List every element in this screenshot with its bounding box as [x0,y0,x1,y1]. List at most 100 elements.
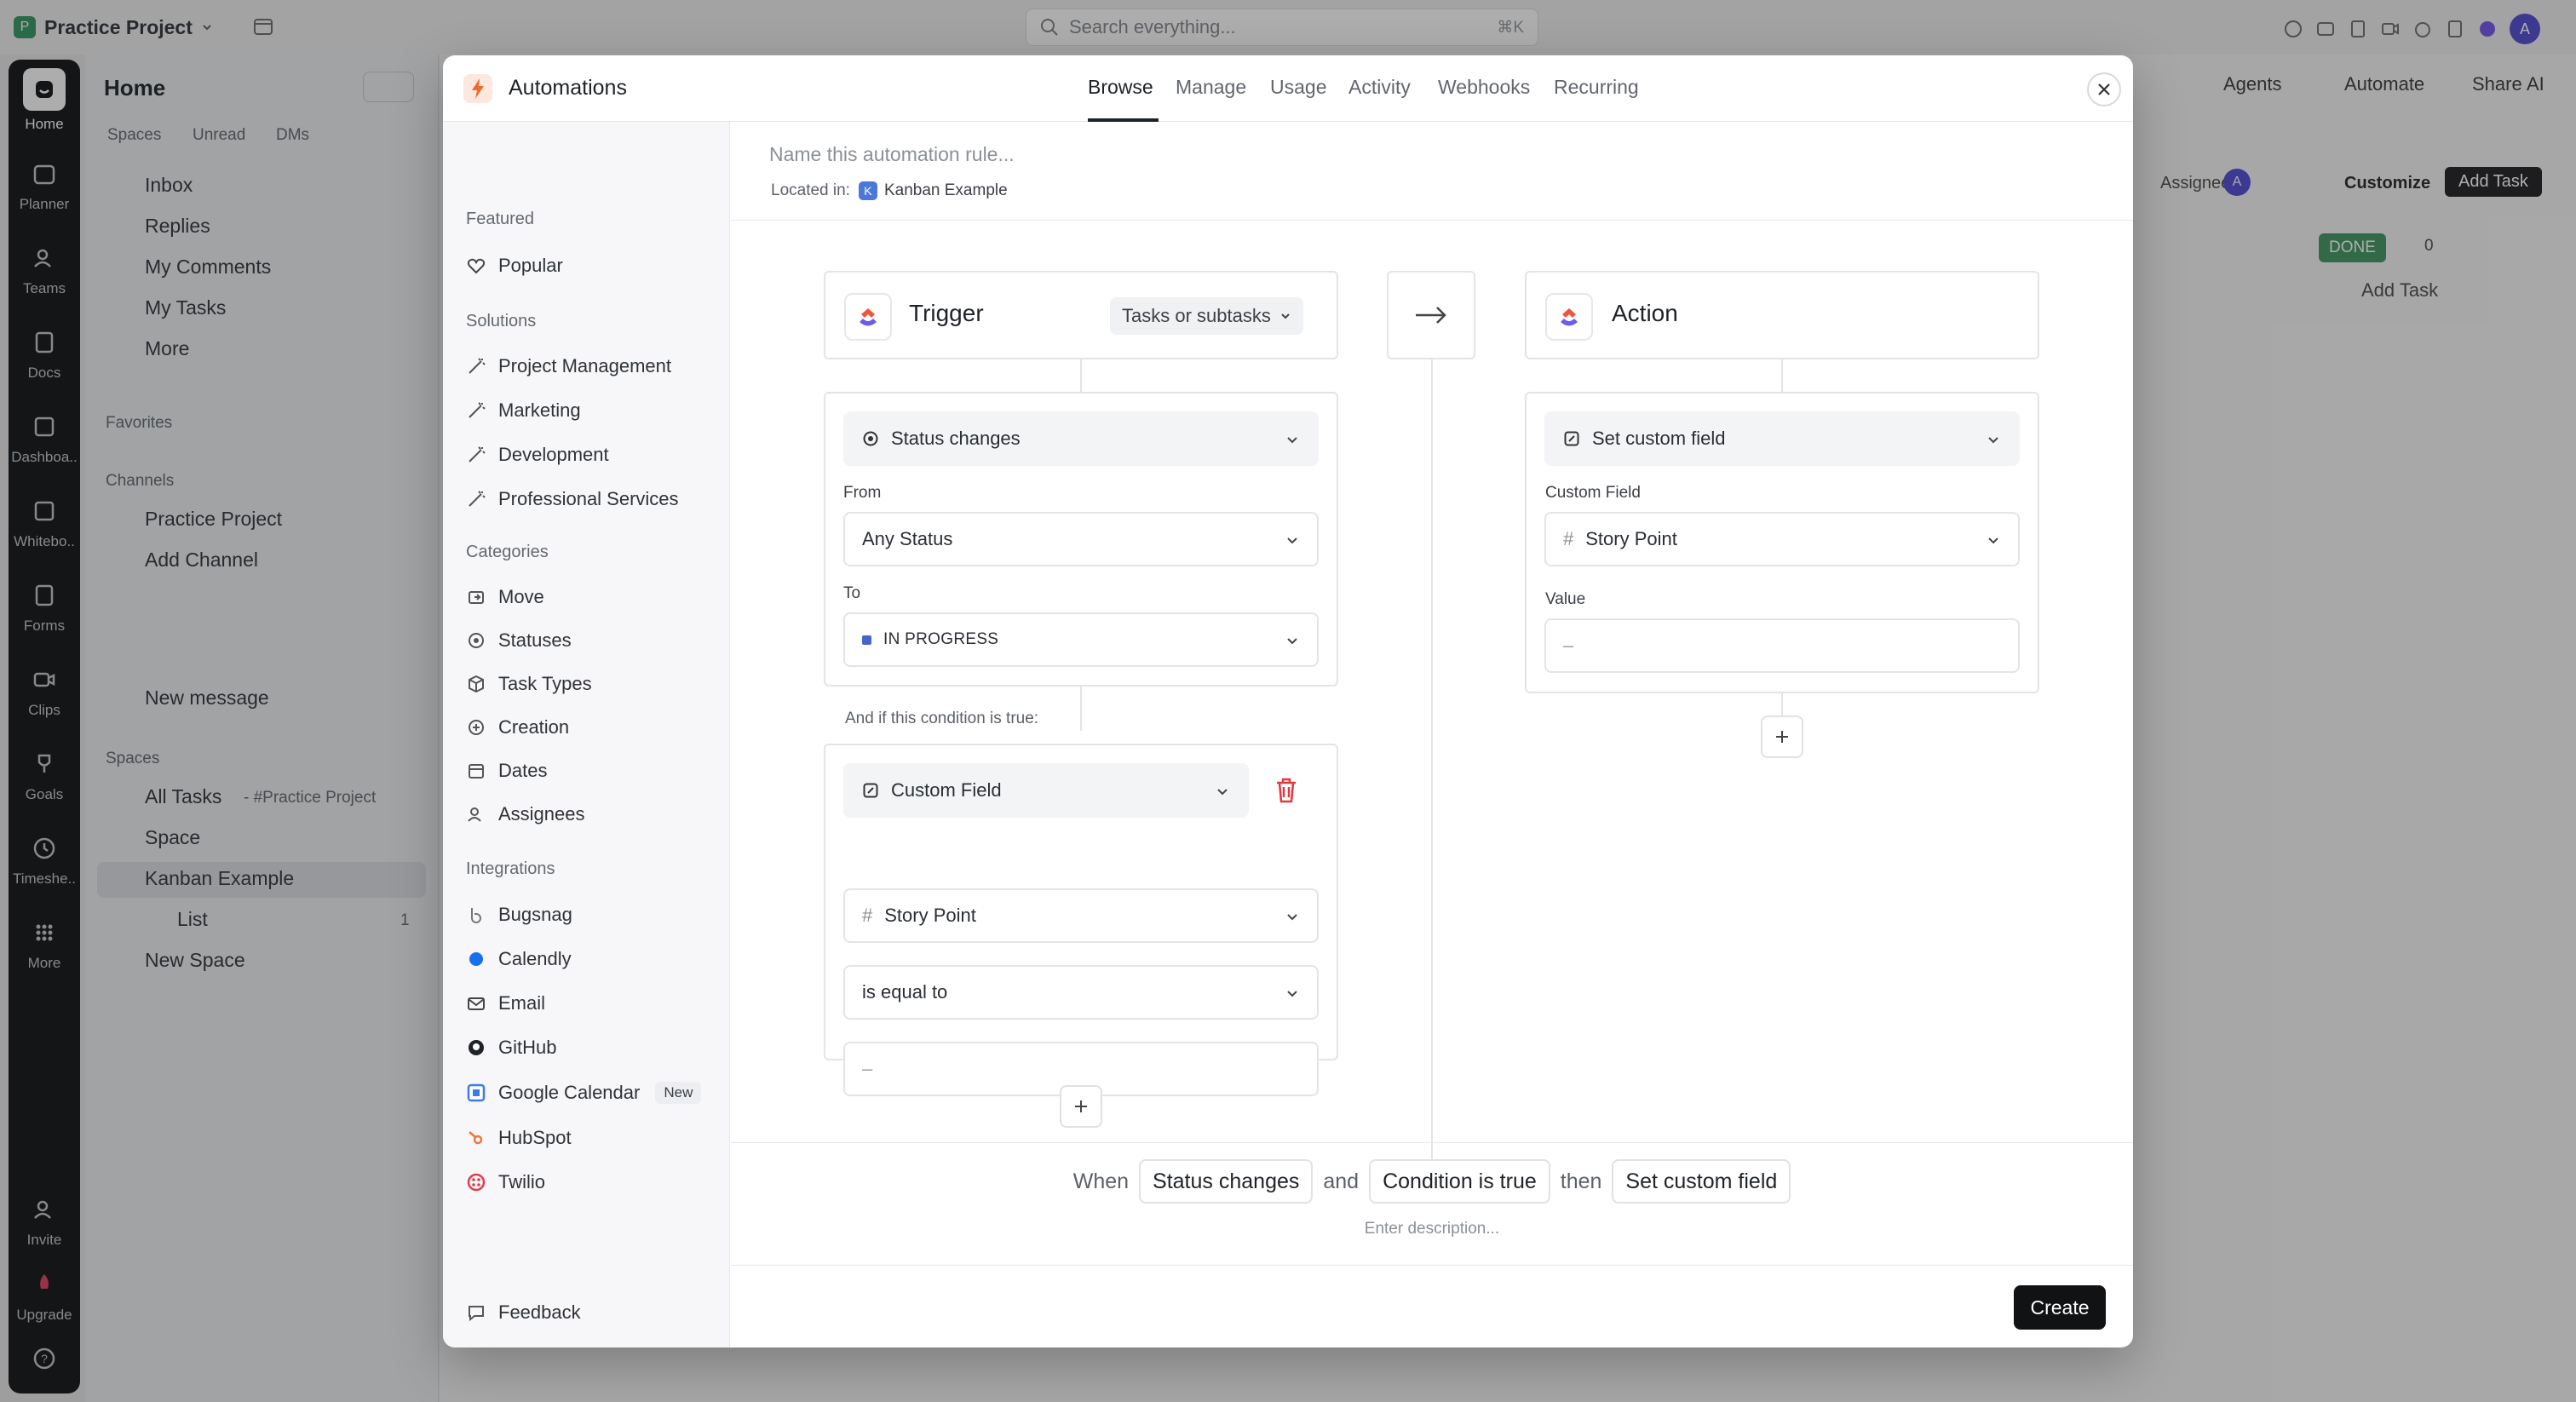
mail-icon [466,993,486,1014]
category-label: Project Management [498,355,671,376]
category-label: GitHub [498,1037,557,1058]
connector-line [1080,358,1082,392]
tab-webhooks[interactable]: Webhooks [1438,76,1530,99]
add-condition-button[interactable] [1060,1085,1102,1128]
flow-arrow [1387,271,1475,359]
condition-field-select[interactable]: # Story Point [843,888,1319,943]
integration-twilio[interactable]: Twilio [466,1171,545,1193]
chevron-down-icon [1285,532,1300,548]
hash-icon: # [1563,528,1574,549]
solution-development[interactable]: Development [466,444,609,466]
chevron-down-icon [1285,909,1300,924]
automation-categories: Featured Popular Solutions Project Manag… [443,122,730,1347]
category-statuses[interactable]: Statuses [466,629,572,652]
rule-name-input[interactable]: Name this automation rule... [769,143,1015,166]
integration-hubspot[interactable]: HubSpot [466,1127,572,1149]
create-button[interactable]: Create [2014,1285,2106,1330]
connector-line [1080,687,1082,731]
tab-browse[interactable]: Browse [1088,76,1153,99]
status-icon [862,430,879,447]
status-color-swatch [862,635,871,645]
integrations-header: Integrations [466,859,555,878]
plus-icon [1776,731,1788,743]
category-move[interactable]: Move [466,586,544,608]
to-status-select[interactable]: IN PROGRESS [843,612,1319,667]
close-button[interactable] [2087,72,2121,106]
google-calendar-icon [466,1083,486,1103]
solution-professional-services[interactable]: Professional Services [466,488,679,510]
connector-line [1431,359,1433,1198]
chat-icon [466,1302,486,1323]
description-input[interactable]: Enter description... [731,1220,2133,1238]
tab-manage[interactable]: Manage [1176,76,1246,99]
chevron-down-icon [1285,432,1300,447]
divider [731,1265,2133,1266]
category-label: Creation [498,716,570,738]
move-icon [466,587,486,607]
solution-marketing[interactable]: Marketing [466,399,581,422]
integration-email[interactable]: Email [466,992,545,1014]
condition-type-label: Custom Field [891,779,1002,801]
from-status-select[interactable]: Any Status [843,512,1319,566]
from-label: From [843,484,882,502]
condition-operator-value: is equal to [862,981,948,1003]
clickup-logo-icon [844,293,892,341]
chevron-down-icon [1215,784,1230,799]
summary-then: then [1560,1169,1602,1193]
category-creation[interactable]: Creation [466,716,569,738]
trigger-scope-select[interactable]: Tasks or subtasks [1110,297,1303,335]
trigger-scope-label: Tasks or subtasks [1122,305,1271,326]
tab-recurring[interactable]: Recurring [1554,76,1639,99]
automations-modal: Automations Browse Manage Usage Activity… [443,55,2133,1347]
cube-icon [466,674,486,694]
value-label: Value [1545,590,1586,608]
summary-action-pill[interactable]: Set custom field [1612,1159,1791,1204]
category-popular[interactable]: Popular [466,255,563,277]
action-type-select[interactable]: Set custom field [1544,411,2020,466]
users-icon [466,804,486,825]
rule-summary: When Status changes and Condition is tru… [731,1159,2133,1204]
tab-usage[interactable]: Usage [1270,76,1326,99]
close-icon [2098,83,2110,95]
trigger-title: Trigger [909,300,984,326]
hubspot-icon [466,1128,486,1148]
chevron-down-icon [1279,310,1291,322]
category-label: Email [498,992,546,1014]
chevron-down-icon [1285,985,1300,1001]
integration-google-calendar[interactable]: Google Calendar New [466,1082,702,1104]
condition-operator-select[interactable]: is equal to [843,965,1319,1020]
integration-github[interactable]: GitHub [466,1037,556,1059]
trigger-event-select[interactable]: Status changes [843,411,1319,466]
trigger-card: Trigger Tasks or subtasks [824,271,1338,359]
category-label: Popular [498,255,563,276]
solution-project-management[interactable]: Project Management [466,355,671,377]
custom-field-icon [1563,430,1580,447]
category-label: Calendly [498,948,572,969]
condition-type-select[interactable]: Custom Field [843,763,1249,818]
summary-condition-pill[interactable]: Condition is true [1369,1159,1550,1204]
category-task-types[interactable]: Task Types [466,673,592,695]
feedback-link[interactable]: Feedback [466,1301,581,1324]
integration-bugsnag[interactable]: Bugsnag [466,904,572,926]
chevron-down-icon [1986,432,2001,447]
lightning-icon [463,74,492,103]
delete-condition-button[interactable] [1274,776,1299,805]
add-action-button[interactable] [1761,715,1803,758]
location-value[interactable]: Kanban Example [884,181,1008,200]
custom-field-label: Custom Field [1545,484,1641,502]
summary-trigger-pill[interactable]: Status changes [1139,1159,1314,1204]
modal-title: Automations [509,76,627,100]
action-value-input[interactable]: – [1544,618,2020,673]
divider [731,1142,2133,1143]
tab-activity[interactable]: Activity [1348,76,1411,99]
category-label: Twilio [498,1171,546,1192]
category-label: Move [498,586,544,607]
category-assignees[interactable]: Assignees [466,803,585,825]
action-field-select[interactable]: # Story Point [1544,512,2020,566]
category-dates[interactable]: Dates [466,760,547,782]
integration-calendly[interactable]: Calendly [466,948,572,970]
plus-icon [1075,1100,1087,1112]
category-label: HubSpot [498,1127,572,1148]
action-field-value: Story Point [1585,528,1677,549]
github-icon [466,1037,486,1058]
